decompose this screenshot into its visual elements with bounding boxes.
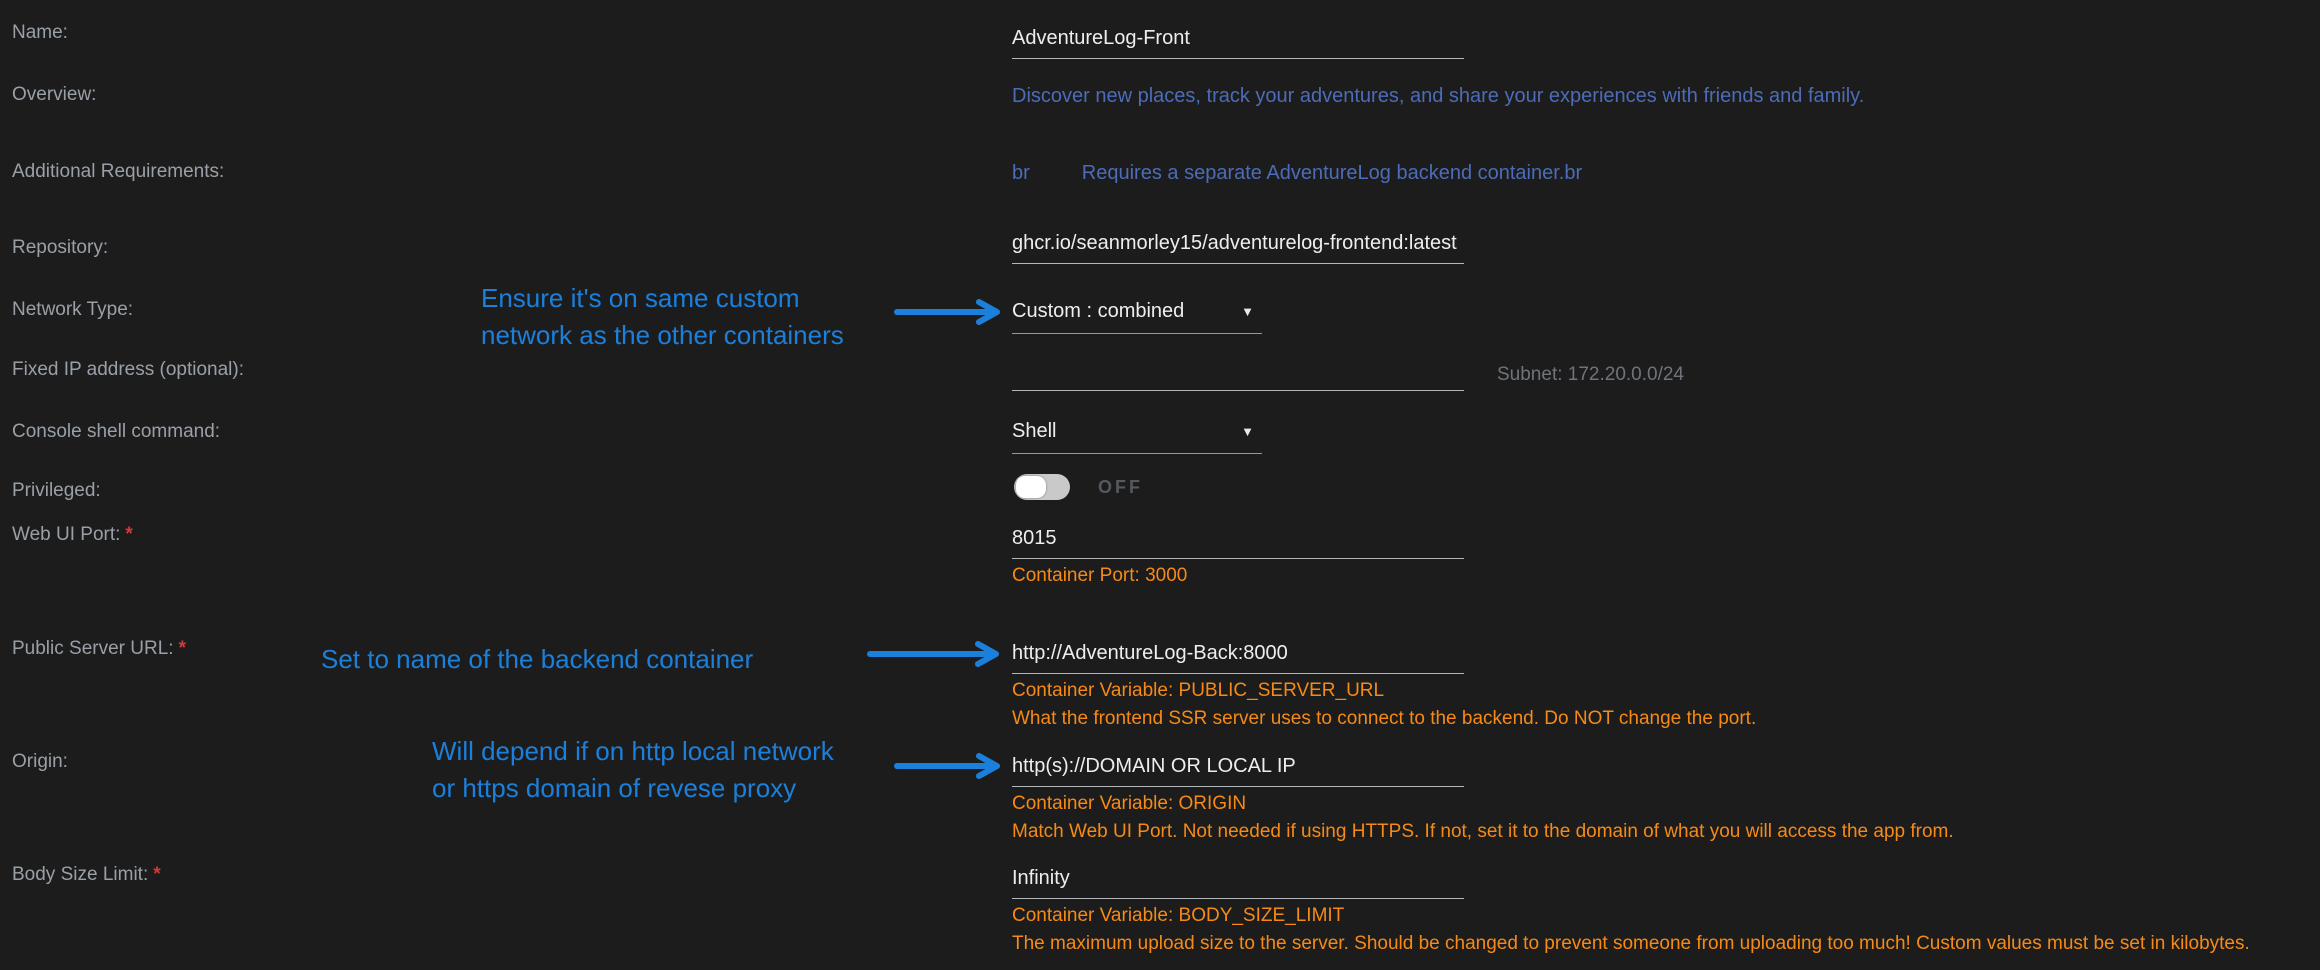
network-type-value: Custom : combined <box>1012 300 1184 323</box>
toggle-state-text: OFF <box>1098 477 1143 498</box>
body-size-limit-input[interactable] <box>1012 865 1464 899</box>
required-asterisk: * <box>179 638 186 659</box>
network-annotation: Ensure it's on same custom network as th… <box>481 280 844 354</box>
br-tag-text: br <box>1012 162 1030 184</box>
origin-help: Container Variable: ORIGIN Match Web UI … <box>1012 790 1954 846</box>
required-asterisk: * <box>125 524 132 545</box>
fixed-ip-label: Fixed IP address (optional): <box>12 359 244 381</box>
container-variable-help: Container Variable: PUBLIC_SERVER_URL <box>1012 677 1756 705</box>
container-variable-help: Container Variable: ORIGIN <box>1012 790 1954 818</box>
container-port-help: Container Port: 3000 <box>1012 562 1187 590</box>
privileged-label: Privileged: <box>12 480 101 502</box>
body-size-limit-label: Body Size Limit:* <box>12 864 161 886</box>
public-server-annotation-arrow-icon <box>866 641 1004 667</box>
fixed-ip-input[interactable] <box>1012 357 1464 391</box>
console-shell-value: Shell <box>1012 420 1056 443</box>
privileged-toggle[interactable] <box>1014 474 1070 500</box>
network-type-label: Network Type: <box>12 299 133 321</box>
web-ui-port-label: Web UI Port:* <box>12 524 133 546</box>
console-shell-select[interactable]: Shell ▼ <box>1012 420 1262 454</box>
description-help: What the frontend SSR server uses to con… <box>1012 705 1756 733</box>
public-server-url-help: Container Variable: PUBLIC_SERVER_URL Wh… <box>1012 677 1756 733</box>
container-settings-form: Name: Overview: Additional Requirements:… <box>0 0 2320 970</box>
additional-requirements-text: br Requires a separate AdventureLog backe… <box>1012 162 1582 185</box>
network-annotation-arrow-icon <box>893 299 1005 325</box>
origin-label: Origin: <box>12 751 68 773</box>
toggle-knob <box>1016 476 1046 498</box>
description-help: Match Web UI Port. Not needed if using H… <box>1012 818 1954 846</box>
chevron-down-icon: ▼ <box>1241 420 1254 439</box>
description-help: The maximum upload size to the server. S… <box>1012 930 2250 958</box>
origin-input[interactable] <box>1012 753 1464 787</box>
repository-label: Repository: <box>12 237 108 259</box>
network-type-select[interactable]: Custom : combined ▼ <box>1012 300 1262 334</box>
additional-requirements-label: Additional Requirements: <box>12 161 224 183</box>
requirements-text: Requires a separate AdventureLog backend… <box>1082 162 1582 184</box>
overview-text: Discover new places, track your adventur… <box>1012 85 1864 108</box>
overview-label: Overview: <box>12 84 96 106</box>
privileged-toggle-row: OFF <box>1014 474 1143 500</box>
subnet-info: Subnet: 172.20.0.0/24 <box>1497 364 1684 386</box>
origin-annotation-arrow-icon <box>893 753 1005 779</box>
web-ui-port-input[interactable] <box>1012 525 1464 559</box>
console-shell-label: Console shell command: <box>12 421 220 443</box>
public-server-url-input[interactable] <box>1012 640 1464 674</box>
web-ui-port-help: Container Port: 3000 <box>1012 562 1187 590</box>
container-variable-help: Container Variable: BODY_SIZE_LIMIT <box>1012 902 2250 930</box>
chevron-down-icon: ▼ <box>1241 300 1254 319</box>
public-server-annotation: Set to name of the backend container <box>321 641 753 678</box>
origin-annotation: Will depend if on http local network or … <box>432 733 834 807</box>
public-server-url-label: Public Server URL:* <box>12 638 186 660</box>
name-label: Name: <box>12 22 68 44</box>
repository-input[interactable] <box>1012 230 1464 264</box>
body-size-limit-help: Container Variable: BODY_SIZE_LIMIT The … <box>1012 902 2250 958</box>
required-asterisk: * <box>153 864 160 885</box>
name-input[interactable] <box>1012 25 1464 59</box>
